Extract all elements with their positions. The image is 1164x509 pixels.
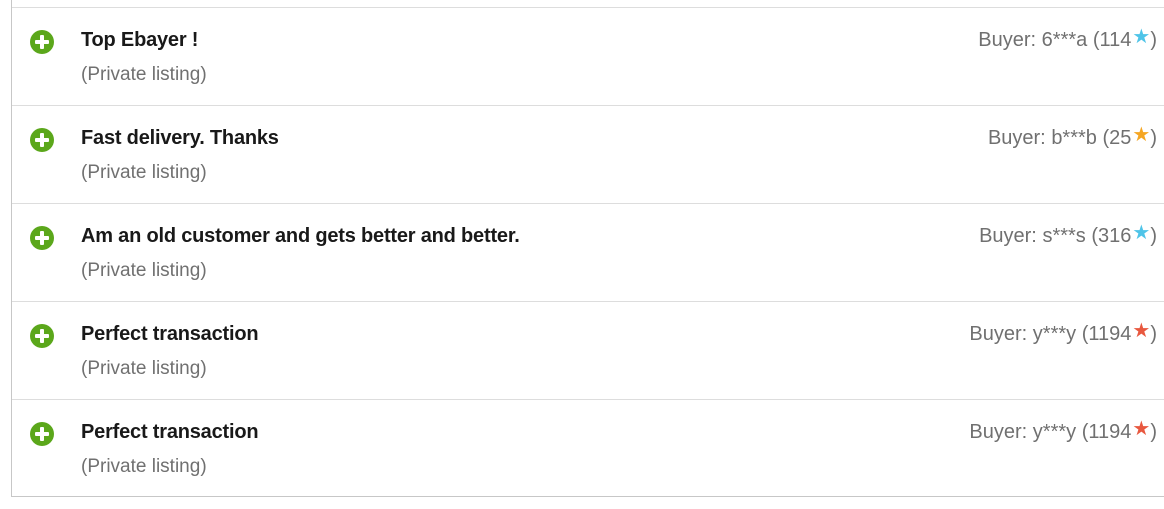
buyer-id[interactable]: 6***a [1042, 29, 1088, 51]
buyer-id[interactable]: y***y [1033, 421, 1076, 443]
feedback-list: Top Ebayer ! (Private listing) Buyer: 6*… [12, 8, 1164, 497]
buyer-label: Buyer: [978, 29, 1037, 51]
star-icon: ★ [1132, 124, 1151, 146]
star-icon: ★ [1132, 222, 1151, 244]
feedback-row: Fast delivery. Thanks (Private listing) … [12, 106, 1164, 204]
buyer-score[interactable]: (114 [1093, 29, 1132, 51]
feedback-panel: Top Ebayer ! (Private listing) Buyer: 6*… [11, 0, 1164, 497]
score-close: ) [1150, 225, 1157, 247]
buyer-label: Buyer: [969, 323, 1028, 345]
buyer-label: Buyer: [987, 127, 1046, 149]
plus-circle-icon [30, 30, 54, 54]
feedback-comment: Perfect transaction [81, 323, 259, 345]
buyer-id[interactable]: s***s [1042, 225, 1085, 247]
plus-circle-icon [30, 128, 54, 152]
star-icon: ★ [1132, 320, 1151, 342]
listing-link[interactable]: (Private listing) [81, 455, 207, 479]
feedback-row: Perfect transaction (Private listing) Bu… [12, 302, 1164, 400]
buyer-id[interactable]: y***y [1033, 323, 1076, 345]
star-icon: ★ [1132, 26, 1151, 48]
plus-circle-icon [30, 324, 54, 348]
feedback-comment: Fast delivery. Thanks [81, 127, 279, 149]
buyer-info: Buyer: y***y (1194★) [969, 418, 1157, 444]
score-close: ) [1150, 421, 1157, 443]
feedback-comment: Top Ebayer ! [81, 29, 199, 51]
buyer-label: Buyer: [979, 225, 1037, 247]
buyer-info: Buyer: b***b (25★) [987, 124, 1157, 150]
score-close: ) [1150, 29, 1157, 51]
listing-link[interactable]: (Private listing) [81, 357, 207, 381]
score-close: ) [1150, 127, 1157, 149]
star-icon: ★ [1132, 418, 1151, 440]
buyer-label: Buyer: [969, 421, 1028, 443]
feedback-row: Top Ebayer ! (Private listing) Buyer: 6*… [12, 8, 1164, 106]
buyer-score[interactable]: (1194 [1082, 323, 1132, 345]
plus-circle-icon [30, 422, 54, 446]
score-close: ) [1150, 323, 1157, 345]
plus-circle-icon [30, 226, 54, 250]
feedback-row: Am an old customer and gets better and b… [12, 204, 1164, 302]
listing-link[interactable]: (Private listing) [81, 63, 207, 87]
feedback-row: Perfect transaction (Private listing) Bu… [12, 400, 1164, 497]
buyer-info: Buyer: y***y (1194★) [969, 320, 1157, 346]
buyer-info: Buyer: 6***a (114★) [978, 26, 1157, 52]
feedback-comment: Am an old customer and gets better and b… [81, 225, 520, 247]
listing-link[interactable]: (Private listing) [81, 259, 207, 283]
buyer-id[interactable]: b***b [1051, 127, 1097, 149]
listing-link[interactable]: (Private listing) [81, 161, 207, 185]
buyer-score[interactable]: (1194 [1082, 421, 1132, 443]
buyer-score[interactable]: (25 [1102, 127, 1131, 149]
feedback-comment: Perfect transaction [81, 421, 259, 443]
buyer-score[interactable]: (316 [1091, 225, 1131, 247]
buyer-info: Buyer: s***s (316★) [979, 222, 1157, 248]
